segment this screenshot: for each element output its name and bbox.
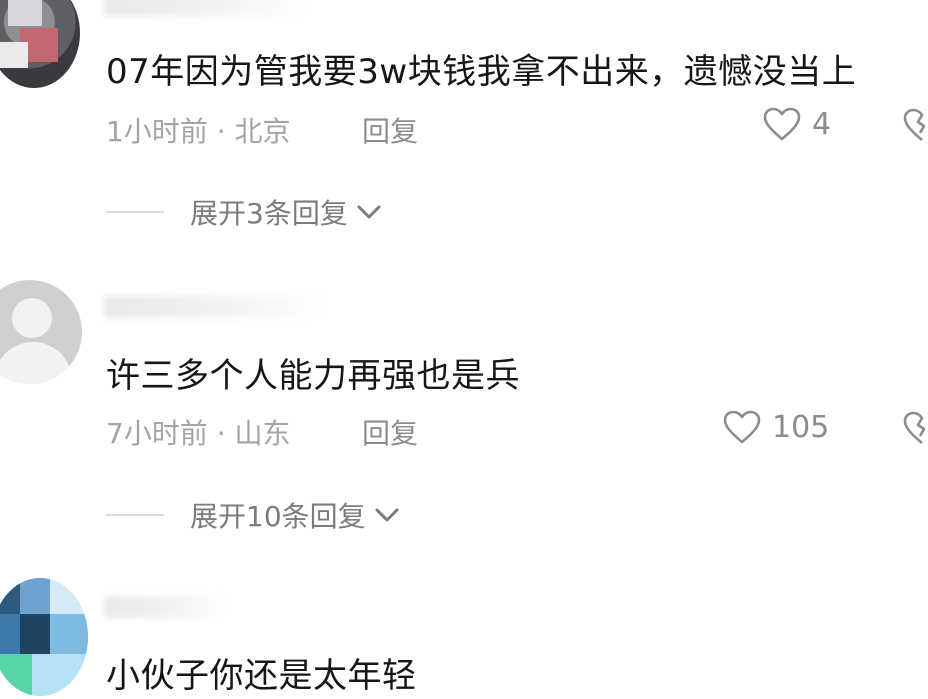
expand-replies-label: 展开3条回复 xyxy=(190,197,348,230)
username-blurred[interactable] xyxy=(104,0,304,16)
expand-replies-label: 展开10条回复 xyxy=(190,500,366,533)
like-count: 4 xyxy=(812,106,832,142)
comment-text: 许三多个人能力再强也是兵 xyxy=(106,356,520,396)
comment-time: 7小时前 xyxy=(106,417,208,450)
comment-meta: 7小时前 · 山东 xyxy=(106,412,291,452)
like-button[interactable]: 4 xyxy=(762,106,831,142)
broken-heart-icon[interactable] xyxy=(902,107,928,143)
comment-location: 北京 xyxy=(234,115,291,148)
divider-line xyxy=(106,514,164,516)
meta-separator: · xyxy=(216,417,226,450)
like-count: 105 xyxy=(772,409,830,445)
avatar[interactable] xyxy=(0,280,82,384)
comment-text: 小伙子你还是太年轻 xyxy=(106,656,417,696)
comment-text: 07年因为管我要3w块钱我拿不出来，遗憾没当上 xyxy=(106,52,857,92)
heart-outline-icon xyxy=(723,410,761,444)
comment-time: 1小时前 xyxy=(106,115,208,148)
heart-outline-icon xyxy=(763,107,801,141)
chevron-down-icon xyxy=(375,508,399,522)
divider-line xyxy=(106,211,164,213)
avatar[interactable] xyxy=(0,0,80,88)
avatar[interactable] xyxy=(0,578,88,696)
comment-location: 山东 xyxy=(234,417,291,450)
comment-meta: 1小时前 · 北京 xyxy=(106,110,291,150)
expand-replies-button[interactable]: 展开10条回复 xyxy=(106,495,400,535)
reply-button[interactable]: 回复 xyxy=(362,110,418,150)
like-button[interactable]: 105 xyxy=(722,409,829,445)
chevron-down-icon xyxy=(357,205,381,219)
broken-heart-icon[interactable] xyxy=(902,410,928,446)
username-blurred[interactable] xyxy=(104,596,224,618)
meta-separator: · xyxy=(216,115,226,148)
expand-replies-button[interactable]: 展开3条回复 xyxy=(106,192,382,232)
reply-button[interactable]: 回复 xyxy=(362,412,418,452)
username-blurred[interactable] xyxy=(104,296,320,318)
